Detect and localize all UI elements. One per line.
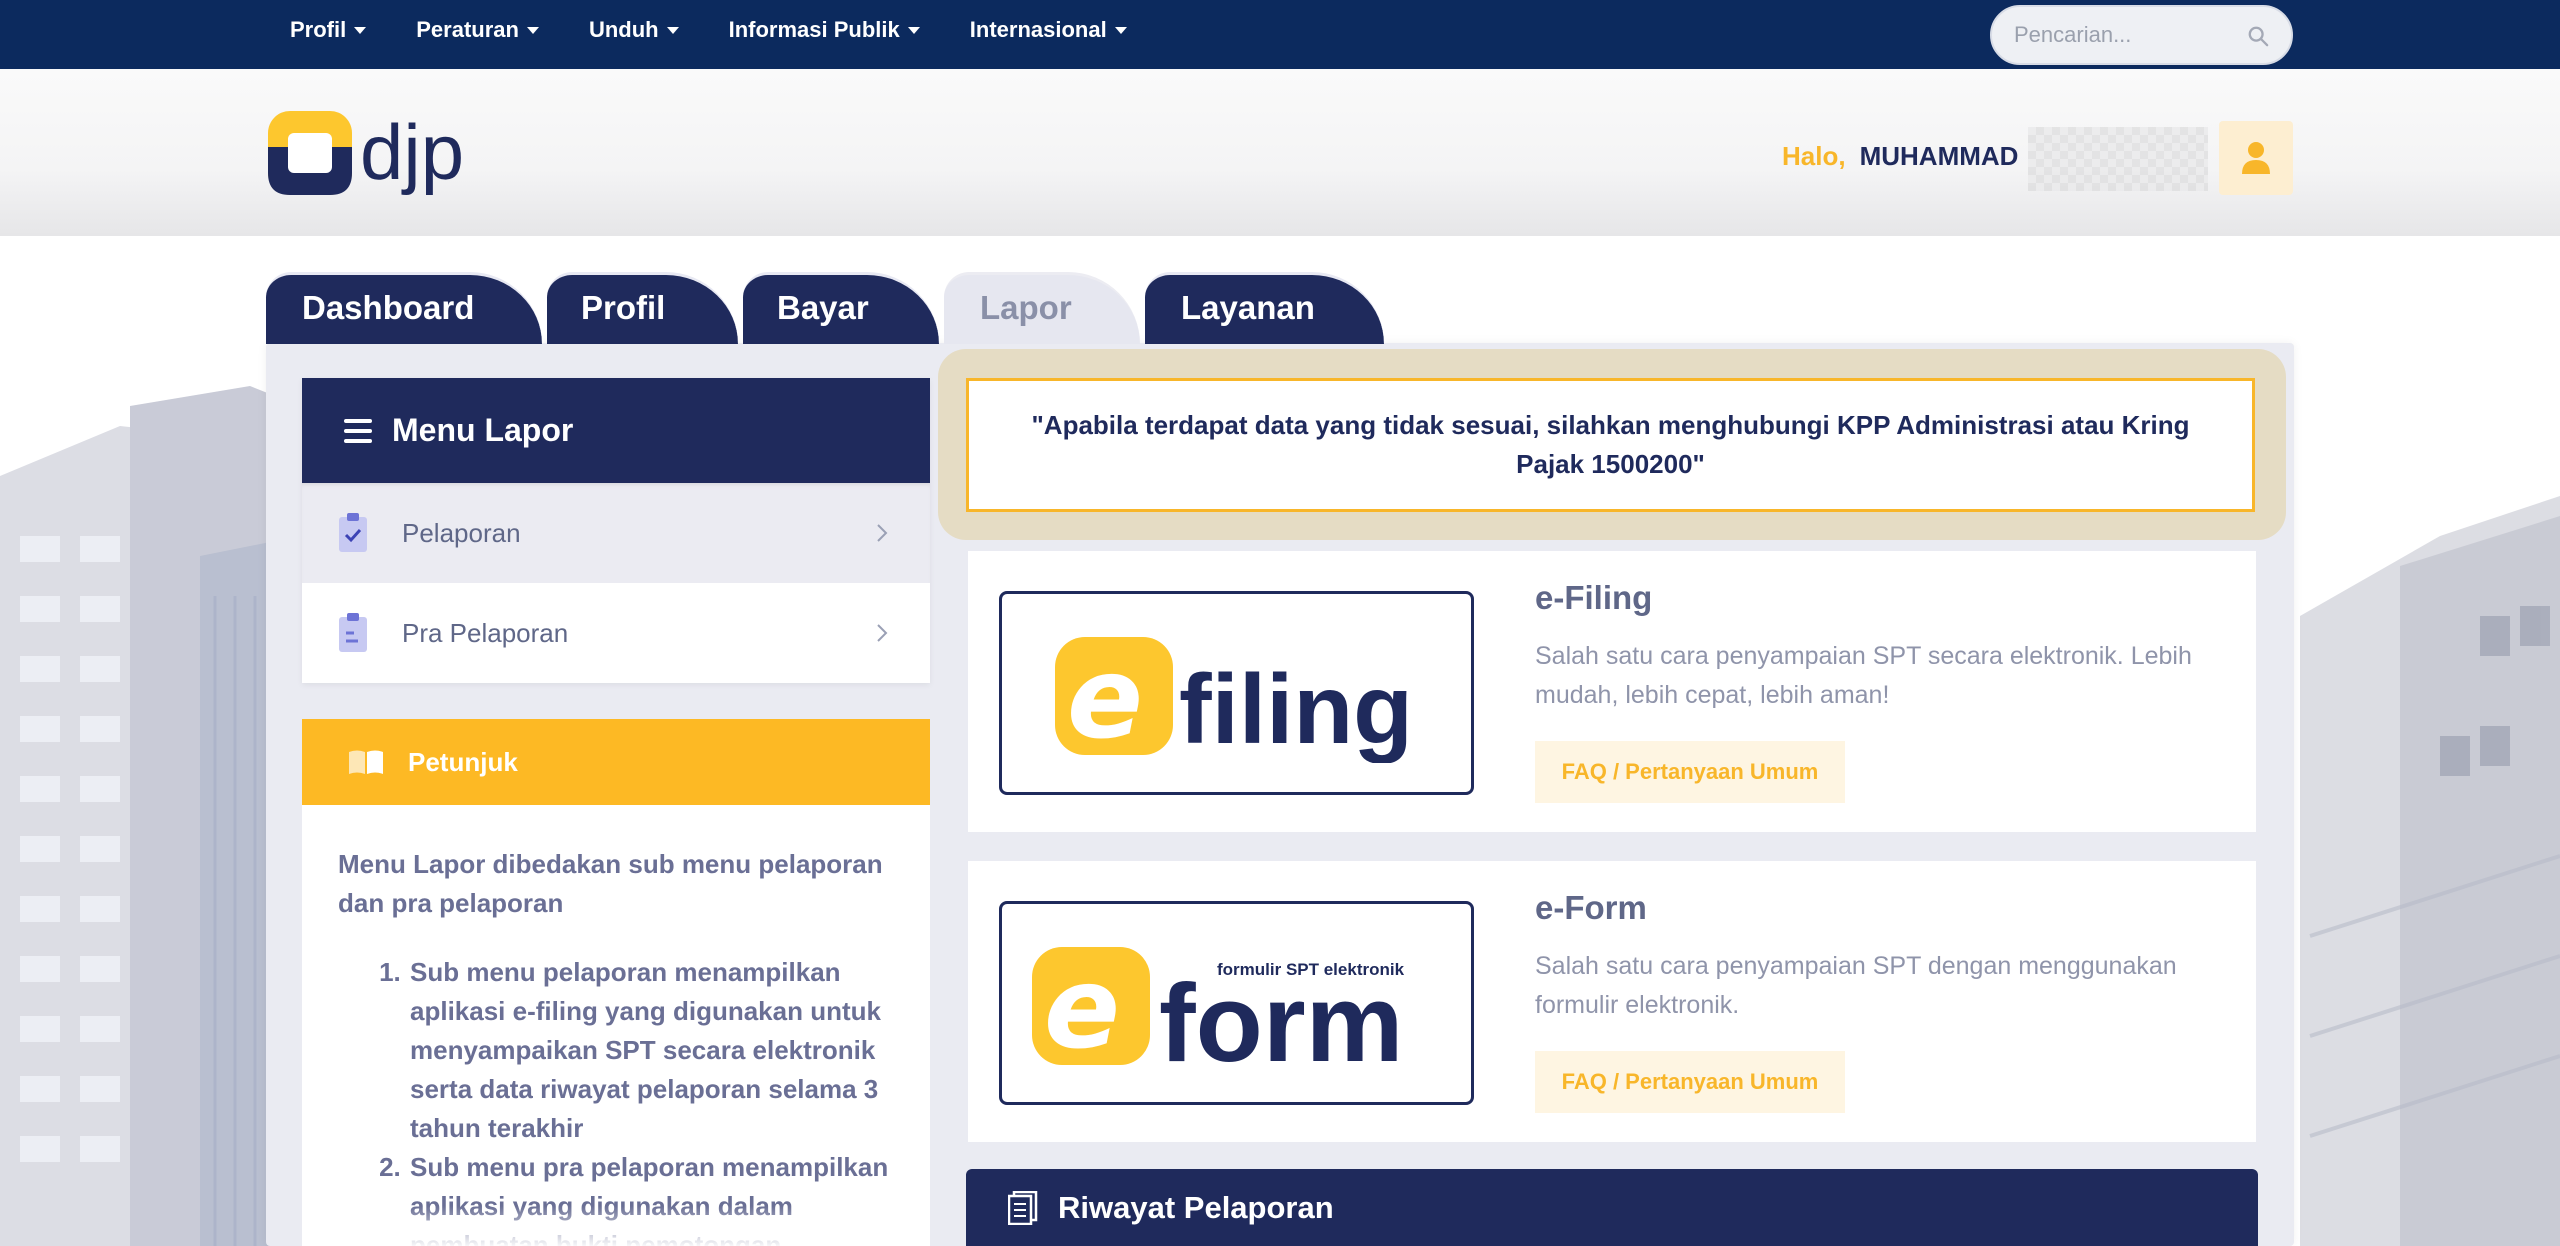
search-input[interactable] — [2014, 22, 2224, 48]
nav-item-label: Peraturan — [416, 17, 519, 42]
eform-description: Salah satu cara penyampaian SPT dengan m… — [1535, 952, 2177, 1019]
petunjuk-card: Petunjuk Menu Lapor dibedakan sub menu p… — [302, 719, 930, 1246]
tab-profil[interactable]: Profil — [547, 272, 738, 344]
top-navigation-bar: Profil Peraturan Unduh Informasi Publik … — [0, 0, 2560, 69]
main-nav: Profil Peraturan Unduh Informasi Publik … — [290, 0, 1177, 60]
caret-down-icon — [907, 26, 920, 34]
document-icon — [1008, 1190, 1038, 1225]
user-name: MUHAMMAD — [1859, 141, 2019, 171]
petunjuk-header: Petunjuk — [302, 719, 930, 805]
caret-down-icon — [666, 26, 679, 34]
efiling-description: Salah satu cara penyampaian SPT secara e… — [1535, 642, 2192, 709]
nav-item-profil[interactable]: Profil — [290, 17, 367, 43]
nav-item-label: Internasional — [969, 17, 1107, 42]
nav-item-informasi-publik[interactable]: Informasi Publik — [729, 17, 920, 43]
riwayat-pelaporan-header[interactable]: Riwayat Pelaporan — [966, 1169, 2258, 1246]
efiling-logo-text: filing — [1179, 654, 1413, 763]
nav-item-label: Unduh — [588, 17, 659, 42]
eform-logo-text: form — [1159, 962, 1403, 1073]
eform-title: e-Form — [1535, 889, 1647, 926]
tab-lapor[interactable]: Lapor — [944, 272, 1140, 344]
notice-container: "Apabila terdapat data yang tidak sesuai… — [938, 349, 2286, 540]
efiling-title: e-Filing — [1535, 579, 1653, 616]
menu-title: Menu Lapor — [392, 412, 574, 448]
chevron-right-icon — [877, 624, 888, 642]
nav-item-internasional[interactable]: Internasional — [970, 17, 1127, 43]
notice-message: "Apabila terdapat data yang tidak sesuai… — [966, 378, 2255, 512]
efiling-card: e filing e-Filing Salah satu cara penyam… — [968, 551, 2256, 832]
caret-down-icon — [354, 26, 367, 34]
nav-item-label: Informasi Publik — [728, 17, 900, 42]
user-greeting: Halo, MUHAMMAD — [1782, 141, 2018, 172]
greeting-label: Halo, — [1782, 141, 1846, 171]
menu-lapor-card: Menu Lapor Pelaporan Pra Pelaporan — [302, 378, 930, 683]
search-icon[interactable] — [2247, 25, 2269, 47]
menu-item-pra-pelaporan[interactable]: Pra Pelaporan — [302, 583, 930, 683]
eform-logo-graphic: e formulir SPT elektronik form — [1031, 944, 1404, 1073]
tab-dashboard[interactable]: Dashboard — [266, 272, 542, 344]
eform-logo[interactable]: e formulir SPT elektronik form — [999, 901, 1474, 1105]
petunjuk-step: Sub menu pelaporan menampilkan aplikasi … — [408, 953, 894, 1148]
user-profile-button[interactable] — [2219, 121, 2293, 195]
fade-overlay — [302, 1206, 930, 1246]
efiling-logo[interactable]: e filing — [999, 591, 1474, 795]
nav-item-unduh[interactable]: Unduh — [589, 17, 679, 43]
nav-item-label: Profil — [290, 17, 347, 42]
petunjuk-intro: Menu Lapor dibedakan sub menu pelaporan … — [338, 849, 883, 918]
book-open-icon — [349, 750, 383, 774]
hamburger-icon — [344, 418, 372, 443]
eform-card: e formulir SPT elektronik form e-Form Sa… — [968, 861, 2256, 1142]
user-icon — [2242, 142, 2270, 174]
search-box — [1990, 5, 2293, 65]
menu-item-pelaporan[interactable]: Pelaporan — [302, 483, 930, 583]
djp-logo[interactable]: djp — [266, 107, 486, 199]
efiling-faq-button[interactable]: FAQ / Pertanyaan Umum — [1535, 741, 1845, 803]
tab-bayar[interactable]: Bayar — [743, 272, 939, 344]
petunjuk-body: Menu Lapor dibedakan sub menu pelaporan … — [302, 805, 930, 1246]
eform-faq-button[interactable]: FAQ / Pertanyaan Umum — [1535, 1051, 1845, 1113]
site-header: djp Halo, MUHAMMAD — [0, 69, 2560, 236]
menu-lapor-header: Menu Lapor — [302, 378, 930, 483]
tab-layanan[interactable]: Layanan — [1145, 272, 1384, 344]
svg-text:e: e — [1067, 634, 1143, 763]
main-tabs: Dashboard Profil Bayar Lapor Layanan — [266, 272, 1389, 344]
caret-down-icon — [1114, 26, 1127, 34]
riwayat-title: Riwayat Pelaporan — [1058, 1189, 1334, 1225]
chevron-right-icon — [877, 524, 888, 542]
menu-item-label: Pra Pelaporan — [402, 617, 569, 648]
petunjuk-steps: Sub menu pelaporan menampilkan aplikasi … — [338, 953, 894, 1246]
menu-item-label: Pelaporan — [402, 517, 521, 548]
svg-text:e: e — [1044, 944, 1120, 1073]
logo-text: djp — [360, 108, 464, 196]
nav-item-peraturan[interactable]: Peraturan — [416, 17, 539, 43]
caret-down-icon — [526, 26, 539, 34]
efiling-logo-graphic: e filing — [1054, 634, 1413, 763]
redacted-name-block — [2028, 127, 2208, 191]
petunjuk-title: Petunjuk — [408, 746, 518, 777]
clipboard-check-icon — [339, 513, 367, 552]
clipboard-list-icon — [339, 613, 367, 652]
